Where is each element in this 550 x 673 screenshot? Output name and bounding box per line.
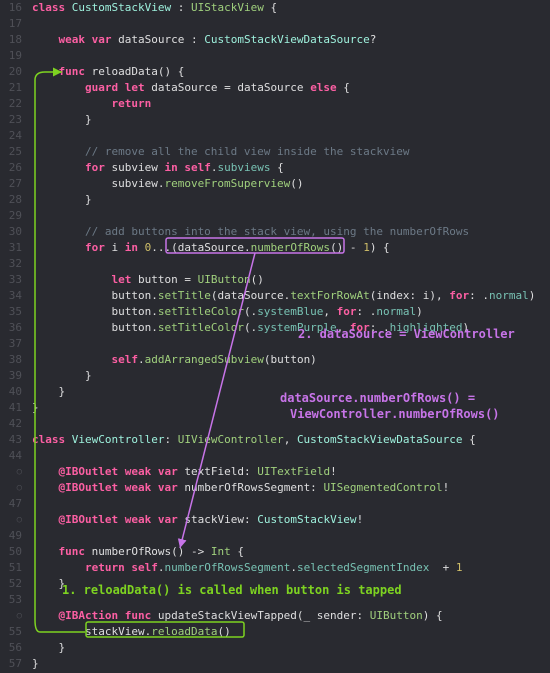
breakpoint-marker-icon[interactable]: ○	[0, 608, 22, 624]
line-number: 30	[0, 224, 22, 240]
line-number: 36	[0, 320, 22, 336]
line-number: 53	[0, 592, 22, 608]
line-number: 25	[0, 144, 22, 160]
line-number: 23	[0, 112, 22, 128]
line-number-gutter: 16 17 18 19 20 21 22 23 24 25 26 27 28 2…	[0, 0, 28, 673]
line-number: 38	[0, 352, 22, 368]
breakpoint-marker-icon[interactable]: ○	[0, 512, 22, 528]
line-number: 34	[0, 288, 22, 304]
line-number: 28	[0, 192, 22, 208]
line-number: 43	[0, 432, 22, 448]
annotation-text: ViewController.numberOfRows()	[290, 406, 500, 423]
line-number: 44	[0, 448, 22, 464]
line-number: 40	[0, 384, 22, 400]
line-number: 20	[0, 64, 22, 80]
line-number: 18	[0, 32, 22, 48]
line-number: 55	[0, 624, 22, 640]
line-number: 52	[0, 576, 22, 592]
line-number: 21	[0, 80, 22, 96]
line-number: 49	[0, 528, 22, 544]
line-number: 17	[0, 16, 22, 32]
line-number: 27	[0, 176, 22, 192]
line-number: 29	[0, 208, 22, 224]
annotation-text: 2. dataSource = ViewController	[298, 326, 515, 343]
line-number: 37	[0, 336, 22, 352]
line-number: 26	[0, 160, 22, 176]
line-number: 22	[0, 96, 22, 112]
line-number: 31	[0, 240, 22, 256]
breakpoint-marker-icon[interactable]: ○	[0, 480, 22, 496]
line-number: 57	[0, 656, 22, 672]
line-number: 51	[0, 560, 22, 576]
line-number: 39	[0, 368, 22, 384]
annotation-text: 1. reloadData() is called when button is…	[62, 582, 402, 599]
annotation-text: dataSource.numberOfRows() =	[280, 390, 475, 407]
line-number: 35	[0, 304, 22, 320]
line-number: 47	[0, 496, 22, 512]
line-number: 56	[0, 640, 22, 656]
line-number: 16	[0, 0, 22, 16]
line-number: 19	[0, 48, 22, 64]
breakpoint-marker-icon[interactable]: ○	[0, 464, 22, 480]
line-number: 50	[0, 544, 22, 560]
line-number: 33	[0, 272, 22, 288]
line-number: 32	[0, 256, 22, 272]
line-number: 24	[0, 128, 22, 144]
line-number: 42	[0, 416, 22, 432]
line-number: 41	[0, 400, 22, 416]
